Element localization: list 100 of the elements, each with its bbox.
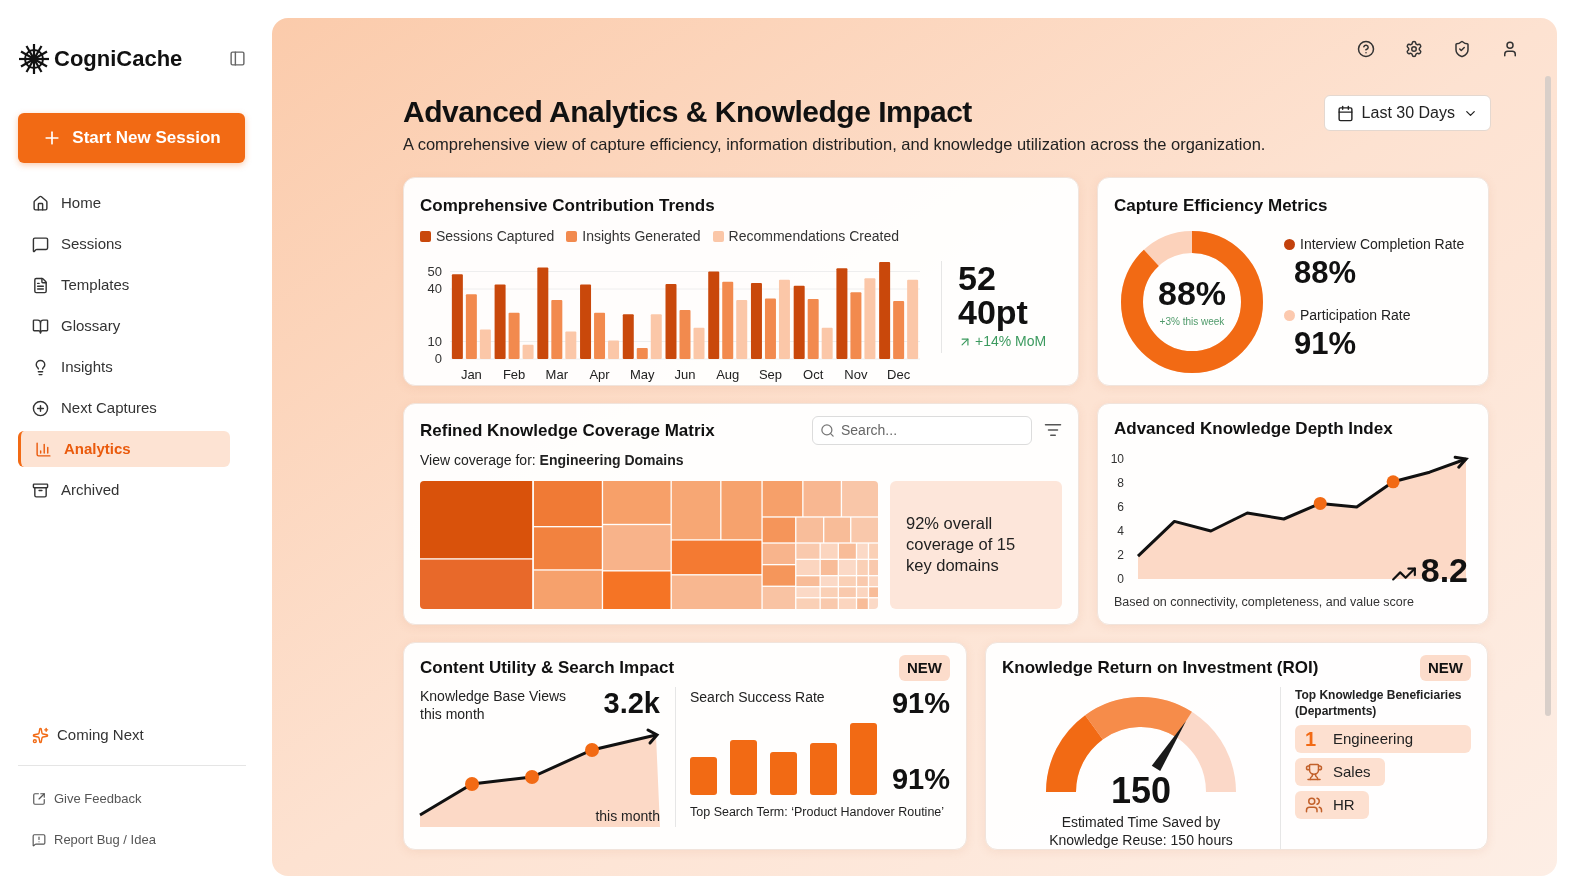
- nav-icon: [32, 194, 49, 212]
- search-field[interactable]: Search...: [812, 415, 1032, 445]
- bar: [764, 298, 776, 360]
- bar: [730, 740, 757, 796]
- scrollbar[interactable]: [1545, 76, 1551, 716]
- shield-icon[interactable]: [1453, 40, 1471, 58]
- stat-value: 40pt: [958, 295, 1029, 330]
- axis-label: Feb: [502, 367, 526, 383]
- rank-number: 1: [1305, 727, 1318, 753]
- axis-label: 0: [1117, 572, 1124, 587]
- axis-label: Mar: [545, 367, 568, 383]
- new-badge: NEW: [1420, 654, 1471, 682]
- bar: [650, 314, 662, 360]
- axis-label: 0: [434, 351, 442, 367]
- search-success-value: 91%: [891, 763, 950, 796]
- nav-icon: [32, 317, 49, 335]
- highlight-dot: [1386, 475, 1400, 489]
- axis-label: 2: [1117, 548, 1124, 563]
- date-range-dropdown[interactable]: Last 30 Days: [1323, 95, 1491, 131]
- axis-label: 6: [1117, 500, 1124, 515]
- bar: [770, 752, 797, 796]
- help-icon[interactable]: [1357, 40, 1375, 58]
- metric-value: 91%: [1294, 326, 1357, 362]
- bar: [636, 348, 648, 360]
- nav-item[interactable]: Insights: [18, 349, 230, 385]
- search-success-value: 91%: [891, 687, 950, 720]
- nav-item[interactable]: Sessions: [18, 226, 230, 262]
- data-point: [465, 777, 479, 792]
- bar: [690, 757, 717, 796]
- card-title: Knowledge Return on Investment (ROI): [1002, 657, 1319, 680]
- metric-value: 88%: [1294, 255, 1357, 291]
- card-title: Content Utility & Search Impact: [420, 657, 675, 680]
- bar: [551, 300, 563, 360]
- top-search-term: Top Search Term: ‘Product Handover Routine’: [690, 804, 946, 822]
- bar: [693, 328, 705, 360]
- data-point: [525, 770, 539, 785]
- coming-next-item[interactable]: Coming Next: [18, 717, 254, 753]
- bar: [608, 340, 620, 360]
- nav-item[interactable]: Glossary: [18, 308, 230, 344]
- axis-label: May: [630, 367, 655, 383]
- bar: [465, 294, 477, 360]
- nav-item[interactable]: Home: [18, 185, 230, 221]
- coverage-scope: View coverage for: Engineering Domains: [420, 450, 685, 470]
- axis-label: 40: [427, 281, 442, 297]
- user-icon[interactable]: [1501, 40, 1519, 58]
- search-success-label: Search Success Rate: [690, 688, 825, 708]
- search-icon: [820, 422, 835, 438]
- arrow-head: [1453, 456, 1469, 469]
- nav-icon: [35, 440, 52, 458]
- bar: [679, 310, 691, 360]
- logo-icon: [18, 42, 50, 75]
- collapse-sidebar-icon[interactable]: [229, 50, 246, 67]
- people-icon: [1305, 796, 1323, 815]
- coverage-summary: 92% overall coverage of 15 key domains: [906, 513, 1017, 577]
- bar: [594, 312, 606, 360]
- axis-label: 10: [427, 333, 442, 349]
- legend-label: Sessions Captured: [436, 227, 555, 247]
- page-subtitle: A comprehensive view of capture efficiency, information distribution, and knowledge utilization across the organization.: [403, 134, 1266, 155]
- legend-label: Insights Generated: [582, 227, 701, 247]
- views-label: Knowledge Base Views this month: [420, 687, 568, 724]
- nav-item[interactable]: Archived: [18, 472, 230, 508]
- axis-label: Oct: [803, 367, 824, 383]
- data-point: [585, 743, 599, 758]
- views-caption: this month: [595, 807, 660, 827]
- bar: [893, 301, 905, 360]
- sparkles-icon: [32, 726, 49, 744]
- new-badge: NEW: [899, 654, 950, 682]
- legend-label: Recommendations Created: [728, 227, 899, 247]
- donut-value: 88%: [1157, 275, 1227, 310]
- bar: [736, 300, 748, 360]
- nav-item[interactable]: Next Captures: [18, 390, 230, 426]
- footer-link[interactable]: Give Feedback: [18, 778, 254, 819]
- depth-score: 8.2: [1420, 553, 1468, 588]
- axis-label: 50: [427, 263, 442, 279]
- depth-note: Based on connectivity, completeness, and value score: [1114, 594, 1415, 612]
- axis-label: Dec: [887, 367, 911, 383]
- footer-link[interactable]: Report Bug / Idea: [18, 819, 254, 860]
- axis-label: Apr: [589, 367, 610, 383]
- highlight-dot: [1313, 497, 1327, 511]
- axis-label: 10: [1110, 452, 1124, 467]
- bar: [479, 329, 491, 360]
- card-title: Refined Knowledge Coverage Matrix: [420, 419, 715, 442]
- nav-icon: [32, 481, 49, 499]
- axis-label: 4: [1117, 524, 1124, 539]
- change-label: +14% MoM: [958, 331, 1047, 353]
- trophy-icon: [1305, 763, 1323, 782]
- bar: [807, 299, 819, 360]
- axis-label: Sep: [758, 367, 782, 383]
- nav-item[interactable]: Templates: [18, 267, 230, 303]
- axis-label: Jan: [460, 367, 482, 383]
- beneficiary-item: Sales: [1295, 758, 1385, 787]
- nav-icon: [32, 276, 49, 294]
- settings-icon[interactable]: [1405, 40, 1423, 58]
- page-title: Advanced Analytics & Knowledge Impact: [403, 94, 973, 130]
- bar: [622, 314, 634, 360]
- beneficiary-item: HR: [1295, 791, 1369, 820]
- brand-name: CogniCache: [54, 45, 183, 73]
- axis-label: 8: [1117, 476, 1124, 491]
- metric-label: Participation Rate: [1300, 306, 1411, 326]
- card-title: Capture Efficiency Metrics: [1114, 194, 1329, 217]
